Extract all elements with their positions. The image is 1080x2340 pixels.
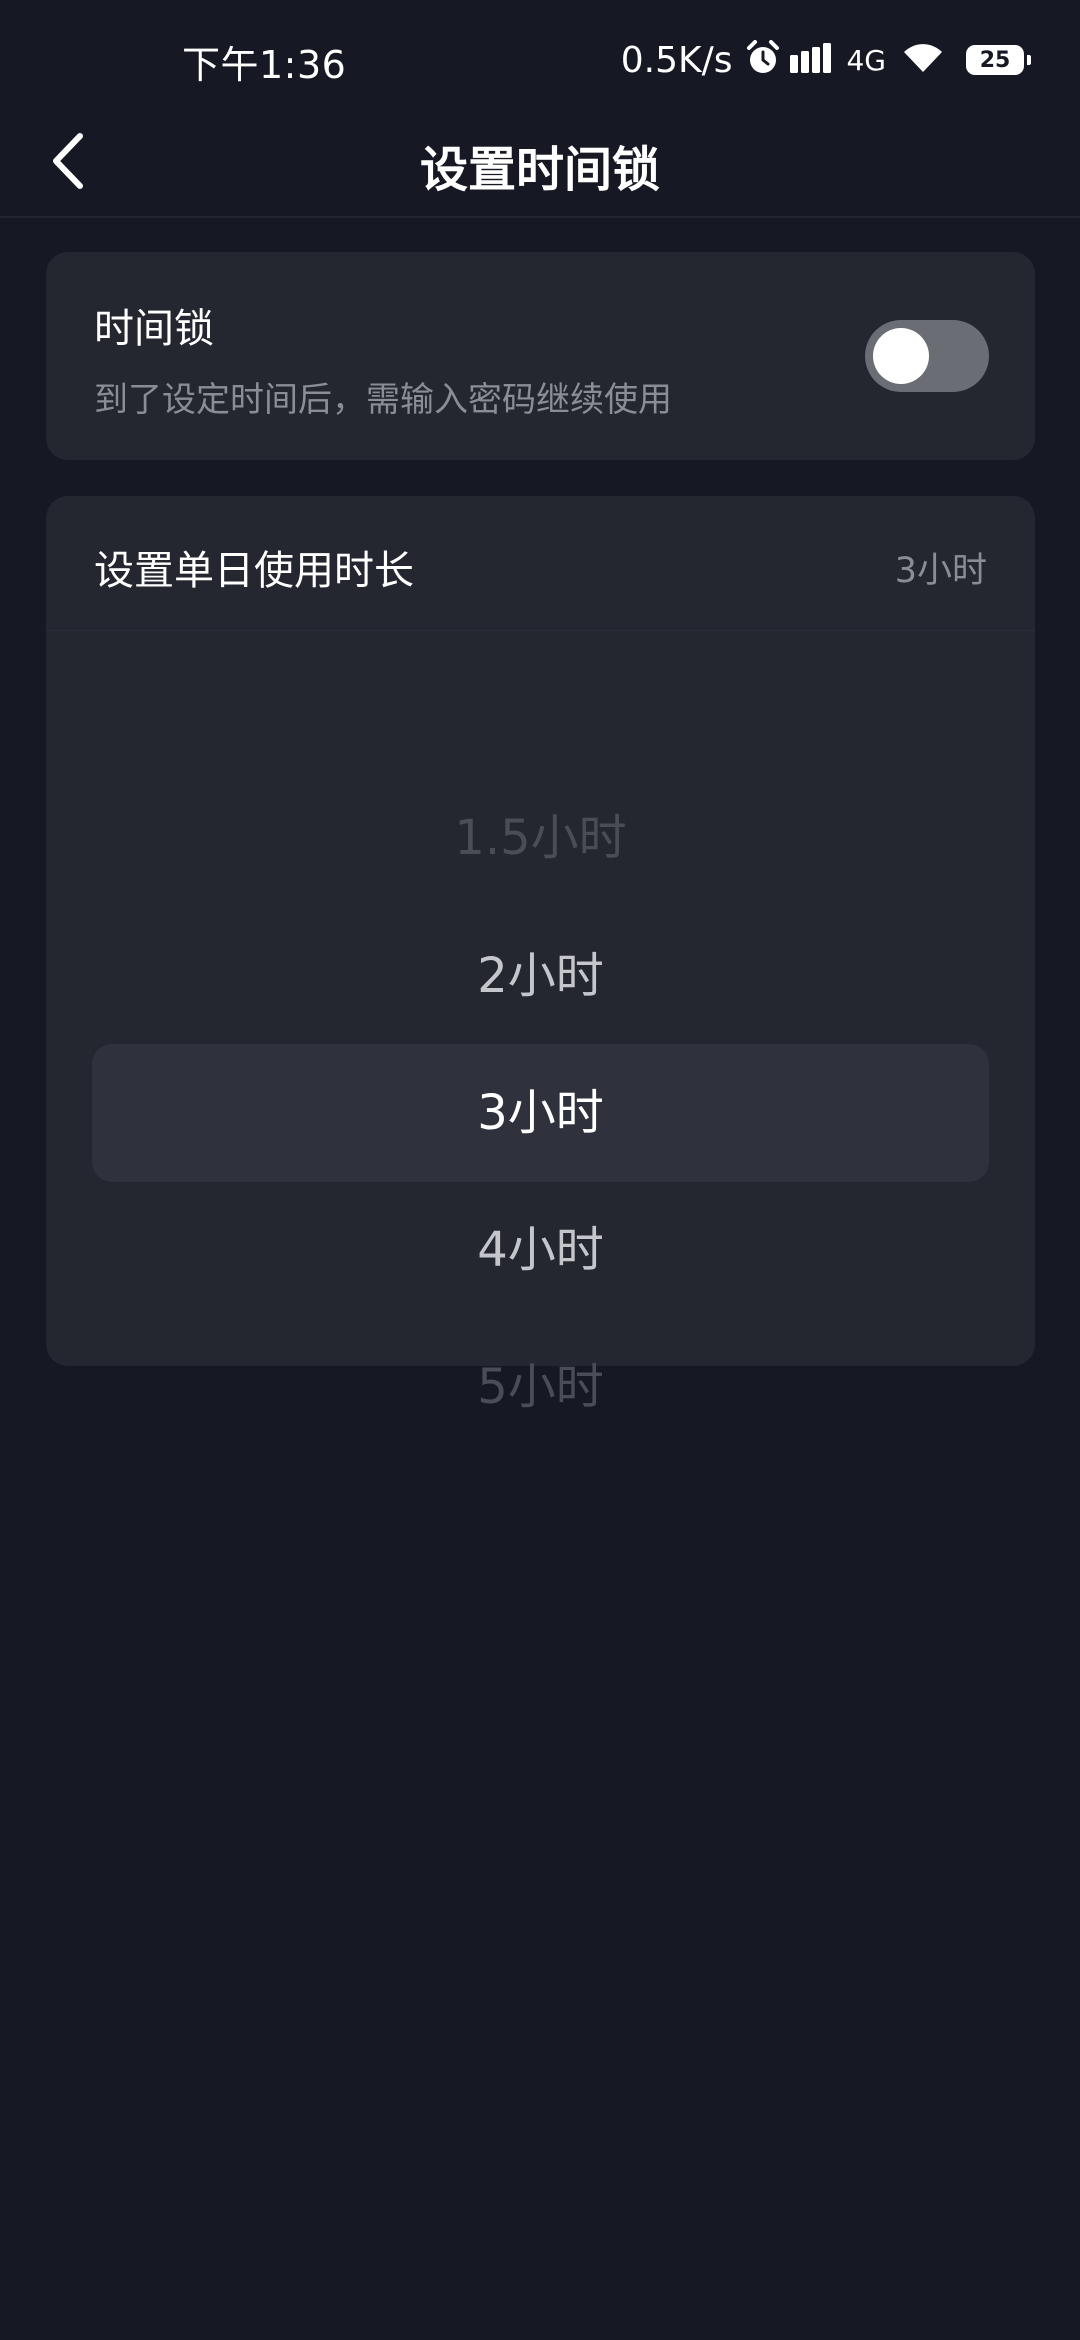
picker-option[interactable]: 2小时 [46, 941, 1035, 1011]
duration-current-value: 3小时 [894, 551, 987, 591]
battery-icon: 25 [966, 45, 1031, 75]
duration-header: 设置单日使用时长 3小时 [46, 496, 1035, 631]
status-icons: 0.5K/s 4G 25 [620, 36, 1031, 84]
toggle-knob [873, 328, 929, 384]
picker-option[interactable]: 4小时 [46, 1215, 1035, 1285]
picker-option[interactable]: 1.5小时 [46, 803, 1035, 873]
time-lock-toggle[interactable] [865, 320, 989, 392]
status-bar: 下午1:36 0.5K/s 4G 25 [0, 0, 1080, 118]
navigation-bar: 设置时间锁 [0, 110, 1080, 218]
status-time: 下午1:36 [182, 43, 347, 87]
daily-duration-card: 设置单日使用时长 3小时 1.5小时 2小时 3小时 4小时 5小时 [46, 496, 1035, 1415]
battery-level: 25 [979, 47, 1011, 73]
time-lock-card: 时间锁 到了设定时间后，需输入密码继续使用 [46, 252, 1035, 460]
page-title: 设置时间锁 [419, 142, 660, 198]
duration-title: 设置单日使用时长 [94, 548, 414, 594]
wifi-icon [902, 42, 944, 78]
time-lock-description: 到了设定时间后，需输入密码继续使用 [94, 380, 672, 420]
picker-option-selected[interactable]: 3小时 [46, 1078, 1035, 1148]
signal-icon [790, 43, 834, 77]
picker-option[interactable]: 5小时 [46, 1352, 1035, 1422]
alarm-icon [746, 40, 780, 80]
network-type: 4G [846, 43, 886, 77]
duration-picker[interactable]: 1.5小时 2小时 3小时 4小时 5小时 [46, 630, 1035, 1415]
time-lock-title: 时间锁 [94, 306, 214, 352]
network-speed: 0.5K/s [620, 39, 733, 81]
